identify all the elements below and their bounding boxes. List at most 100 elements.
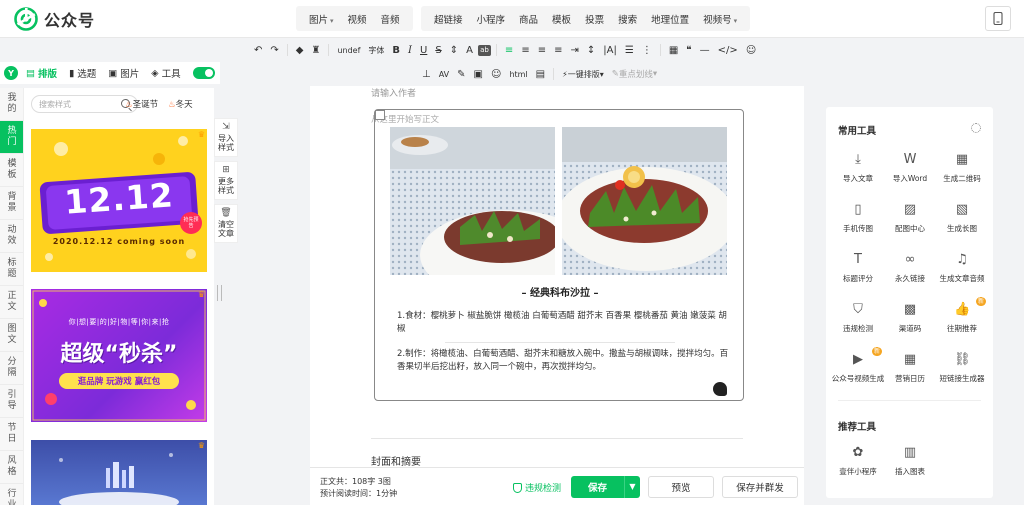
bold-icon[interactable]: B — [389, 41, 403, 59]
tool-word[interactable]: W 导入Word — [884, 149, 936, 195]
category-item[interactable]: 标题 — [0, 253, 23, 286]
tool-short-link[interactable]: ⛓ 短链接生成器 — [936, 349, 988, 395]
tool-download[interactable]: ⤓ 导入文章 — [832, 149, 884, 195]
mobile-preview-button[interactable] — [985, 6, 1011, 31]
tool-qrcode[interactable]: ▦ 生成二维码 — [936, 149, 988, 195]
panel-toggle[interactable] — [192, 67, 215, 79]
app-logo[interactable]: 公众号 — [14, 7, 95, 31]
menu-miniprogram[interactable]: 小程序 — [470, 12, 513, 26]
tool-audio[interactable]: ♫ 生成文章音频 — [936, 249, 988, 295]
redo-icon[interactable]: ↷ — [267, 41, 281, 59]
tool-video[interactable]: ▶ 公众号视频生成 新 — [832, 347, 884, 395]
category-item[interactable]: 行业 — [0, 484, 23, 505]
indent-icon[interactable]: ⇥ — [567, 41, 581, 59]
category-item[interactable]: 风格 — [0, 451, 23, 484]
hot-tag-christmas[interactable]: ♨圣诞节 — [125, 98, 158, 110]
side-action-0[interactable]: ⇲ 导入 样式 — [214, 118, 238, 157]
letter-spacing-av-icon[interactable]: AV — [436, 65, 452, 83]
menu-vote[interactable]: 投票 — [578, 12, 611, 26]
line-height-icon[interactable]: ↕ — [584, 41, 598, 59]
background-color-icon[interactable]: ab — [477, 44, 491, 56]
menu-image[interactable]: 图片 — [302, 12, 341, 26]
sticker-icon[interactable]: ☺ — [488, 65, 504, 83]
salad-photo-1[interactable] — [390, 127, 555, 275]
one-click-layout-button[interactable]: ⚡ 一键排版 ▾ — [559, 65, 607, 83]
style-search-input[interactable] — [39, 98, 119, 110]
cover-summary-label[interactable]: 封面和摘要 — [371, 453, 421, 468]
italic-icon[interactable]: I — [405, 41, 415, 59]
tool-thumb-up[interactable]: 👍 往期推荐 新 — [936, 297, 988, 345]
preview-button[interactable]: 预览 — [648, 476, 714, 498]
yiban-logo-icon[interactable]: Y — [4, 66, 18, 80]
chevron-down-icon[interactable]: ▼ — [624, 476, 640, 498]
menu-channels[interactable]: 视频号 — [696, 12, 744, 26]
category-item[interactable]: 我的 — [0, 88, 23, 121]
font-family-select[interactable]: 字体 — [365, 41, 387, 59]
tool-long-image[interactable]: ▧ 生成长图 — [936, 199, 988, 245]
numbered-list-icon[interactable]: ⋮ — [639, 41, 655, 59]
tool-chart[interactable]: ▥ 插入图表 — [884, 442, 936, 488]
image-style-icon[interactable]: ▣ — [471, 65, 486, 83]
category-item[interactable]: 引导 — [0, 385, 23, 418]
salad-photo-2[interactable] — [562, 127, 727, 275]
category-item[interactable]: 热门 — [0, 121, 23, 154]
align-left-icon[interactable]: ≡ — [502, 41, 516, 59]
style-template-1212[interactable]: 12.12 2020.12.12 coming soon 抢先预告 ♛ — [31, 129, 207, 272]
category-item[interactable]: 背景 — [0, 187, 23, 220]
quote-icon[interactable]: ❝ — [683, 41, 694, 59]
tool-title-score[interactable]: T 标题评分 — [832, 249, 884, 295]
tool-shield[interactable]: ⛉ 违规检测 — [832, 299, 884, 345]
horizontal-rule-icon[interactable]: — — [697, 41, 713, 59]
recipe-card[interactable]: – 经典科布沙拉 – 1.食材：樱桃萝卜 椒盐脆饼 橄榄油 白葡萄酒醋 甜芥末 … — [374, 109, 744, 401]
tool-image[interactable]: ▨ 配图中心 — [884, 199, 936, 245]
style-template-city[interactable]: ♛ — [31, 440, 207, 505]
category-item[interactable]: 图文 — [0, 319, 23, 352]
magic-wand-icon[interactable]: ✎ — [454, 65, 468, 83]
hot-tag-winter[interactable]: ♨冬天 — [168, 98, 193, 110]
tool-phone[interactable]: ▯ 手机传图 — [832, 199, 884, 245]
strikethrough-icon[interactable]: S — [432, 41, 444, 59]
gear-icon[interactable] — [971, 123, 981, 133]
font-color-icon[interactable]: A — [463, 41, 476, 59]
tab-topics[interactable]: ▮ 选题 — [69, 66, 96, 81]
code-icon[interactable]: </> — [715, 41, 741, 59]
tab-layout[interactable]: ▤ 排版 — [26, 66, 57, 81]
category-item[interactable]: 节日 — [0, 418, 23, 451]
justify-icon[interactable]: ≡ — [551, 41, 565, 59]
underline-icon[interactable]: U — [417, 41, 430, 59]
text-size-icon[interactable]: ⇕ — [447, 41, 461, 59]
save-and-send-button[interactable]: 保存并群发 — [722, 476, 798, 498]
category-item[interactable]: 正文 — [0, 286, 23, 319]
undo-icon[interactable]: ↶ — [251, 41, 265, 59]
author-input[interactable]: 请输入作者 — [371, 86, 416, 99]
emoji-icon[interactable]: ☺ — [743, 41, 759, 59]
toolbox-icon[interactable]: ▤ — [533, 65, 548, 83]
save-button[interactable]: 保存 ▼ — [571, 476, 640, 498]
menu-product[interactable]: 商品 — [512, 12, 545, 26]
align-right-icon[interactable]: ≡ — [535, 41, 549, 59]
tab-tools[interactable]: ◈ 工具 — [151, 66, 180, 81]
menu-template[interactable]: 模板 — [545, 12, 578, 26]
paragraph-spacing-icon[interactable]: ⊥ — [419, 65, 434, 83]
menu-audio[interactable]: 音频 — [374, 12, 407, 26]
clear-format-icon[interactable]: ♜ — [308, 41, 323, 59]
compliance-check-button[interactable]: 违规检测 — [513, 481, 561, 494]
side-action-1[interactable]: ⊞ 更多 样式 — [214, 161, 238, 200]
menu-search[interactable]: 搜索 — [611, 12, 644, 26]
tool-channel-code[interactable]: ▩ 渠道码 — [884, 299, 936, 345]
focus-mark-button[interactable]: ✎ 重点划线 ▾ — [609, 65, 660, 83]
menu-video[interactable]: 视频 — [341, 12, 374, 26]
tab-images[interactable]: ▣ 图片 — [108, 66, 139, 81]
panel-resize-handle[interactable] — [217, 285, 222, 301]
font-size-select[interactable]: undef — [334, 41, 363, 59]
menu-hyperlink[interactable]: 超链接 — [427, 12, 470, 26]
style-template-flash-sale[interactable]: 你|想|要|的|好|物|等|你|来|抢 超级“秒杀” 逛品牌 玩游戏 赢红包 ♛ — [31, 289, 207, 422]
tool-miniprogram[interactable]: ✿ 壹伴小程序 — [832, 442, 884, 488]
table-icon[interactable]: ▦ — [666, 41, 681, 59]
html-icon[interactable]: html — [506, 65, 530, 83]
menu-location[interactable]: 地理位置 — [644, 12, 696, 26]
bullet-list-icon[interactable]: ☰ — [622, 41, 637, 59]
letter-spacing-icon[interactable]: |A| — [600, 41, 620, 59]
format-painter-icon[interactable]: ◆ — [293, 41, 307, 59]
category-item[interactable]: 分隔 — [0, 352, 23, 385]
